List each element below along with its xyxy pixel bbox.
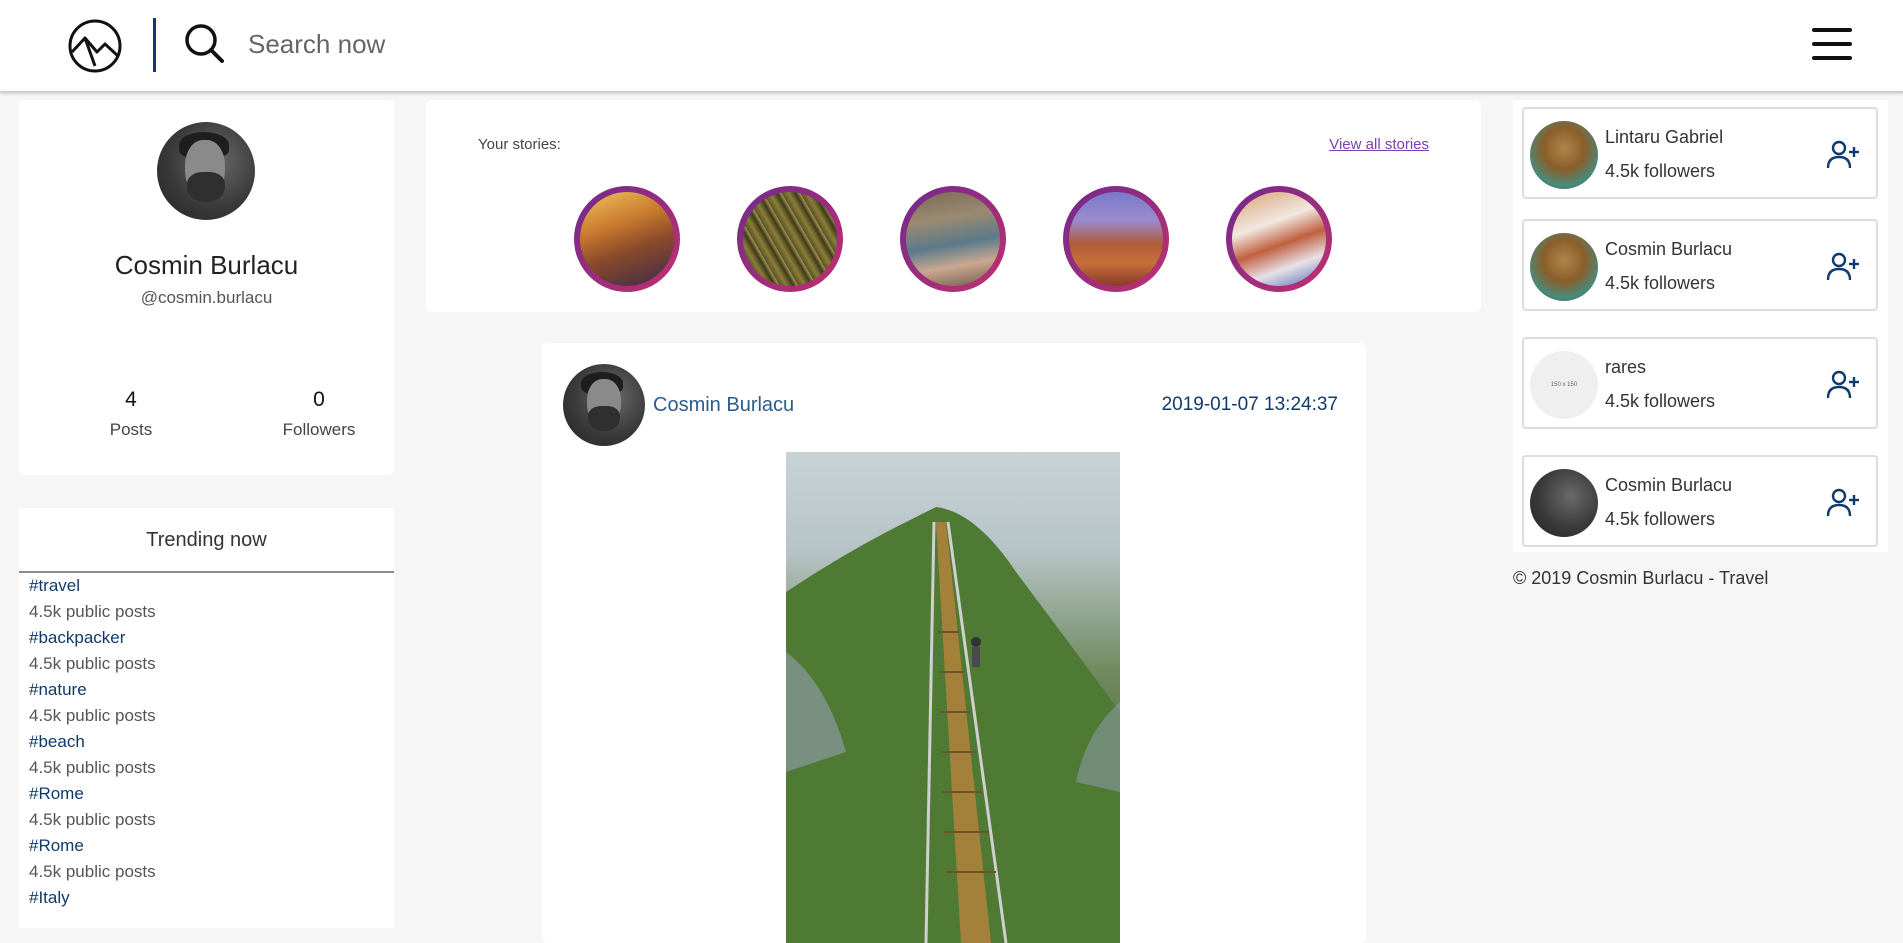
post-author-name[interactable]: Cosmin Burlacu xyxy=(653,394,794,417)
add-user-icon[interactable] xyxy=(1826,487,1860,519)
trend-item: #Rome 4.5k public posts xyxy=(19,781,394,833)
trend-item: #backpacker 4.5k public posts xyxy=(19,625,394,677)
suggestion-name[interactable]: rares xyxy=(1605,357,1646,378)
suggestions-panel: Lintaru Gabriel 4.5k followers Cosmin Bu… xyxy=(1513,100,1888,552)
suggestion-followers: 4.5k followers xyxy=(1605,273,1716,293)
posts-count: 4 xyxy=(125,388,137,411)
story-thumbnail[interactable] xyxy=(1226,186,1332,292)
footer-copyright: © 2019 Cosmin Burlacu - Travel xyxy=(1513,568,1769,588)
trend-item: #Italy xyxy=(19,885,394,911)
suggestion-avatar-placeholder[interactable]: 150 x 150 xyxy=(1530,351,1598,419)
trend-tag[interactable]: #Rome xyxy=(29,781,394,807)
stories-card: Your stories: View all stories xyxy=(426,100,1481,312)
trend-count: 4.5k public posts xyxy=(29,758,156,777)
suggestion-card[interactable]: Cosmin Burlacu 4.5k followers xyxy=(1522,219,1878,311)
hamburger-menu-icon[interactable] xyxy=(1812,28,1854,62)
search-input[interactable] xyxy=(248,24,668,64)
trend-tag[interactable]: #nature xyxy=(29,677,394,703)
trend-tag[interactable]: #Rome xyxy=(29,833,394,859)
profile-handle: @cosmin.burlacu xyxy=(140,288,273,307)
mountain-logo-icon[interactable] xyxy=(67,18,123,74)
suggestion-card[interactable]: 150 x 150 rares 4.5k followers xyxy=(1522,337,1878,429)
trend-tag[interactable]: #travel xyxy=(29,573,394,599)
suggestion-name[interactable]: Cosmin Burlacu xyxy=(1605,239,1732,260)
trending-title: Trending now xyxy=(19,508,394,573)
suggestion-card[interactable]: Lintaru Gabriel 4.5k followers xyxy=(1522,107,1878,199)
trend-tag[interactable]: #Italy xyxy=(29,885,394,911)
trend-count: 4.5k public posts xyxy=(29,862,156,881)
profile-name: Cosmin Burlacu xyxy=(114,250,299,280)
post-date: 2019-01-07 13:24:37 xyxy=(1161,394,1338,415)
suggestion-name[interactable]: Cosmin Burlacu xyxy=(1605,475,1732,496)
followers-stat[interactable]: 0 Followers xyxy=(259,388,379,440)
posts-stat[interactable]: 4 Posts xyxy=(71,388,191,440)
header-divider xyxy=(153,18,156,72)
trend-count: 4.5k public posts xyxy=(29,810,156,829)
suggestion-card[interactable]: Cosmin Burlacu 4.5k followers xyxy=(1522,455,1878,547)
trend-item: #Rome 4.5k public posts xyxy=(19,833,394,885)
trend-item: #beach 4.5k public posts xyxy=(19,729,394,781)
mountain-stairs-illustration xyxy=(786,507,1120,943)
suggestion-avatar[interactable] xyxy=(1530,233,1598,301)
trend-item: #nature 4.5k public posts xyxy=(19,677,394,729)
search-icon[interactable] xyxy=(183,22,225,64)
story-thumbnail[interactable] xyxy=(1063,186,1169,292)
trend-tag[interactable]: #beach xyxy=(29,729,394,755)
suggestion-followers: 4.5k followers xyxy=(1605,391,1716,411)
trend-count: 4.5k public posts xyxy=(29,654,156,673)
add-user-icon[interactable] xyxy=(1826,251,1860,283)
suggestion-followers: 4.5k followers xyxy=(1605,509,1716,529)
profile-card: Cosmin Burlacu @cosmin.burlacu 4 Posts 0… xyxy=(19,100,394,475)
followers-count: 0 xyxy=(313,388,325,411)
posts-label: Posts xyxy=(109,420,153,439)
trend-tag[interactable]: #backpacker xyxy=(29,625,394,651)
stories-label: Your stories: xyxy=(478,136,561,153)
avatar-placeholder-text: 150 x 150 xyxy=(1550,382,1578,388)
suggestion-avatar[interactable] xyxy=(1530,469,1598,537)
profile-avatar[interactable] xyxy=(157,122,255,220)
top-navbar xyxy=(0,0,1903,93)
story-thumbnail[interactable] xyxy=(737,186,843,292)
trend-item: #travel 4.5k public posts xyxy=(19,573,394,625)
post-image[interactable] xyxy=(786,452,1120,943)
trending-card: Trending now #travel 4.5k public posts #… xyxy=(19,508,394,928)
add-user-icon[interactable] xyxy=(1826,139,1860,171)
followers-label: Followers xyxy=(282,420,356,439)
trend-count: 4.5k public posts xyxy=(29,706,156,725)
suggestion-name[interactable]: Lintaru Gabriel xyxy=(1605,127,1723,148)
story-thumbnail[interactable] xyxy=(574,186,680,292)
post-author-avatar[interactable] xyxy=(563,364,645,446)
trend-count: 4.5k public posts xyxy=(29,602,156,621)
story-thumbnail[interactable] xyxy=(900,186,1006,292)
suggestion-followers: 4.5k followers xyxy=(1605,161,1716,181)
post-card: Cosmin Burlacu 2019-01-07 13:24:37 xyxy=(542,343,1366,943)
suggestion-avatar[interactable] xyxy=(1530,121,1598,189)
add-user-icon[interactable] xyxy=(1826,369,1860,401)
view-all-stories-link[interactable]: View all stories xyxy=(1329,136,1429,153)
